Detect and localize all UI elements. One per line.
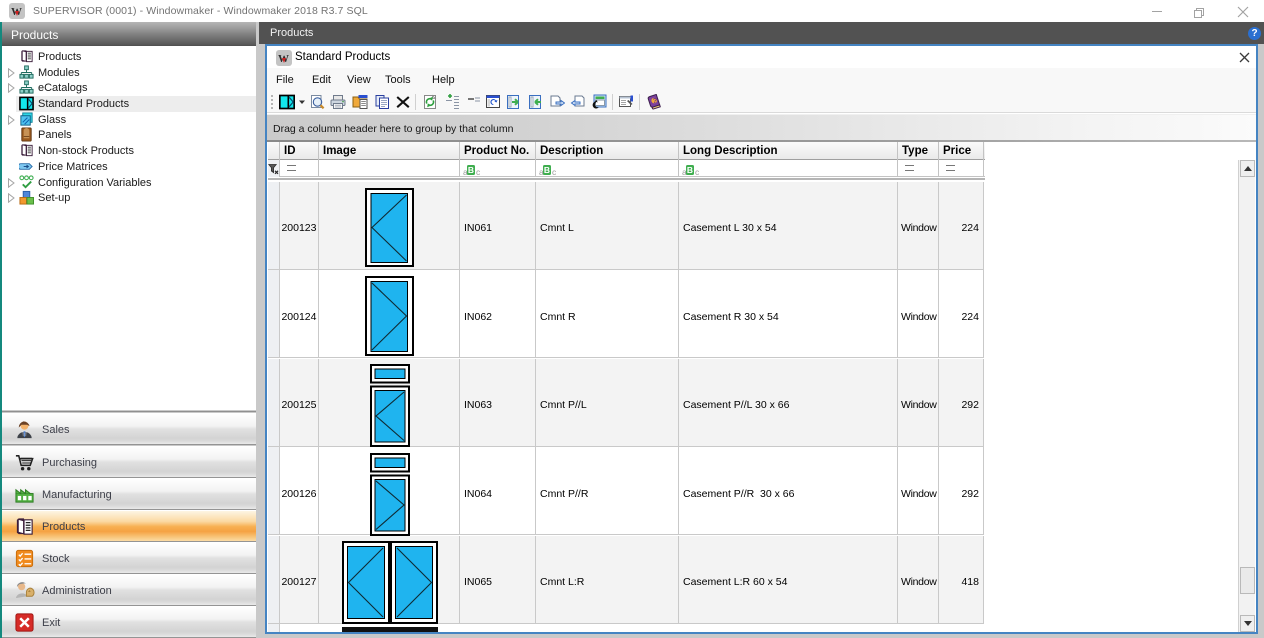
svg-text:?: ? xyxy=(653,96,658,105)
